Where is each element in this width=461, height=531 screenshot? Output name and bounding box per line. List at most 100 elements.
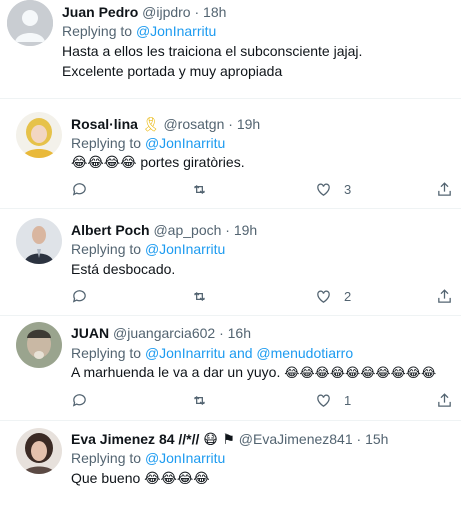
display-name[interactable]: JUAN xyxy=(71,325,109,341)
replying-to: Replying to @JonInarritu and @menudotiar… xyxy=(71,344,353,362)
share-icon xyxy=(438,392,451,407)
replying-to-label: Replying to xyxy=(71,241,145,257)
replying-to-label: Replying to xyxy=(71,135,145,151)
avatar[interactable] xyxy=(16,322,62,368)
tweet-actions: 2 xyxy=(71,286,461,306)
handle[interactable]: @juangarcia602 xyxy=(113,325,215,341)
timestamp[interactable]: 18h xyxy=(203,4,226,20)
avatar-image xyxy=(16,218,62,264)
reply-icon xyxy=(72,393,86,407)
replying-to: Replying to @JonInarritu xyxy=(71,134,225,152)
replying-to-link[interactable]: @JonInarritu xyxy=(145,135,225,151)
tweet-text: Hasta a ellos les traiciona el subconsci… xyxy=(62,41,362,81)
tweet-text: A marhuenda le va a dar un yuyo. 😂😂😂😂😂😂😂… xyxy=(71,362,436,384)
mask-and-flag-icon: 😷 ⚑ xyxy=(203,432,235,448)
reply-button[interactable] xyxy=(71,179,88,199)
reply-icon xyxy=(72,182,86,196)
like-count: 1 xyxy=(344,392,352,408)
tweet-text: Está desbocado. xyxy=(71,259,175,279)
tweet-header: Rosal·lina 🎗 @rosatgn · 19h xyxy=(71,115,260,133)
avatar[interactable] xyxy=(16,112,62,158)
tweet-juan-pedro[interactable]: Juan Pedro @ijpdro · 18h Replying to @Jo… xyxy=(0,0,461,98)
like-button[interactable]: 1 xyxy=(315,390,351,410)
like-count: 3 xyxy=(344,181,352,197)
display-name[interactable]: Eva Jimenez 84 //*// xyxy=(71,431,199,447)
dot-separator: · xyxy=(215,325,228,341)
tweet-albert-poch[interactable]: Albert Poch @ap_poch · 19h Replying to @… xyxy=(0,209,461,315)
yellow-ribbon-icon: 🎗 xyxy=(141,116,160,132)
handle[interactable]: @rosatgn xyxy=(163,116,224,132)
dot-separator: · xyxy=(190,4,204,20)
share-button[interactable] xyxy=(436,390,453,410)
timestamp[interactable]: 19h xyxy=(237,116,260,132)
tweet-text-line: Excelente portada y muy apropiada xyxy=(62,63,283,79)
dot-separator: · xyxy=(352,431,366,447)
timestamp[interactable]: 15h xyxy=(365,431,388,447)
tweet-text: Que bueno 😂😂😂😂 xyxy=(71,468,210,489)
display-name[interactable]: Juan Pedro xyxy=(62,4,138,20)
tweet-header: Juan Pedro @ijpdro · 18h xyxy=(62,3,226,21)
avatar[interactable] xyxy=(16,218,62,264)
tweet-actions: 1 xyxy=(71,390,461,410)
display-name[interactable]: Rosal·lina xyxy=(71,116,138,132)
dot-separator: · xyxy=(221,222,234,238)
avatar-image xyxy=(16,112,62,158)
tweet-text-content: Que bueno xyxy=(71,470,145,486)
avatar-image xyxy=(16,322,62,368)
display-name[interactable]: Albert Poch xyxy=(71,222,150,238)
replying-to: Replying to @JonInarritu xyxy=(71,240,225,258)
avatar[interactable] xyxy=(7,0,53,46)
share-button[interactable] xyxy=(436,179,453,199)
tweet-juan[interactable]: JUAN @juangarcia602 · 16h Replying to @J… xyxy=(0,316,461,420)
laughing-emoji-icon: 😂😂😂😂 xyxy=(71,155,137,171)
reply-button[interactable] xyxy=(71,390,88,410)
reply-button[interactable] xyxy=(71,286,88,306)
tweet-text: 😂😂😂😂 portes giratòries. xyxy=(71,152,245,173)
laughing-emoji-icon: 😂😂😂😂 xyxy=(144,471,210,487)
replying-to-link[interactable]: @JonInarritu and @menudotiarro xyxy=(145,345,353,361)
replying-to-link[interactable]: @JonInarritu xyxy=(136,23,216,39)
retweet-icon xyxy=(194,395,205,405)
tweet-text-line: Hasta a ellos les traiciona el subconsci… xyxy=(62,43,363,59)
replying-to-link[interactable]: @JonInarritu xyxy=(145,450,225,466)
share-icon xyxy=(438,181,451,196)
heart-icon xyxy=(317,394,330,407)
replying-to: Replying to @JonInarritu xyxy=(71,449,225,467)
default-avatar-icon xyxy=(7,0,53,46)
heart-icon xyxy=(317,183,330,196)
replying-to-label: Replying to xyxy=(71,345,145,361)
retweet-button[interactable] xyxy=(191,390,208,410)
tweet-header: Albert Poch @ap_poch · 19h xyxy=(71,221,257,239)
retweet-button[interactable] xyxy=(191,286,208,306)
handle[interactable]: @ijpdro xyxy=(142,4,190,20)
timestamp[interactable]: 19h xyxy=(234,222,257,238)
tweet-rosal-lina[interactable]: Rosal·lina 🎗 @rosatgn · 19h Replying to … xyxy=(0,99,461,209)
tweet-header: JUAN @juangarcia602 · 16h xyxy=(71,324,251,342)
avatar[interactable] xyxy=(16,428,62,474)
tweet-actions: 3 xyxy=(71,179,461,199)
replying-to-link[interactable]: @JonInarritu xyxy=(145,241,225,257)
handle[interactable]: @EvaJimenez841 xyxy=(239,431,353,447)
share-button[interactable] xyxy=(436,286,453,306)
dot-separator: · xyxy=(224,116,237,132)
laughing-emoji-icon: 😂😂😂😂😂😂😂😂😂😂 xyxy=(284,366,437,381)
replying-to-label: Replying to xyxy=(71,450,145,466)
retweet-icon xyxy=(194,184,205,194)
tweet-text-content: portes giratòries. xyxy=(136,154,245,170)
like-button[interactable]: 3 xyxy=(315,179,351,199)
handle[interactable]: @ap_poch xyxy=(153,222,221,238)
heart-icon xyxy=(317,290,330,303)
replying-to-label: Replying to xyxy=(62,23,136,39)
like-count: 2 xyxy=(344,288,352,304)
timestamp[interactable]: 16h xyxy=(228,325,251,341)
tweet-text-content: A marhuenda le va a dar un yuyo. xyxy=(71,364,285,380)
share-icon xyxy=(438,288,451,303)
retweet-icon xyxy=(194,291,205,301)
avatar-image xyxy=(16,428,62,474)
replying-to: Replying to @JonInarritu xyxy=(62,22,216,40)
retweet-button[interactable] xyxy=(191,179,208,199)
tweet-header: Eva Jimenez 84 //*// 😷 ⚑ @EvaJimenez841 … xyxy=(71,430,388,449)
reply-icon xyxy=(72,289,86,303)
tweet-eva-jimenez[interactable]: Eva Jimenez 84 //*// 😷 ⚑ @EvaJimenez841 … xyxy=(0,421,461,531)
like-button[interactable]: 2 xyxy=(315,286,351,306)
